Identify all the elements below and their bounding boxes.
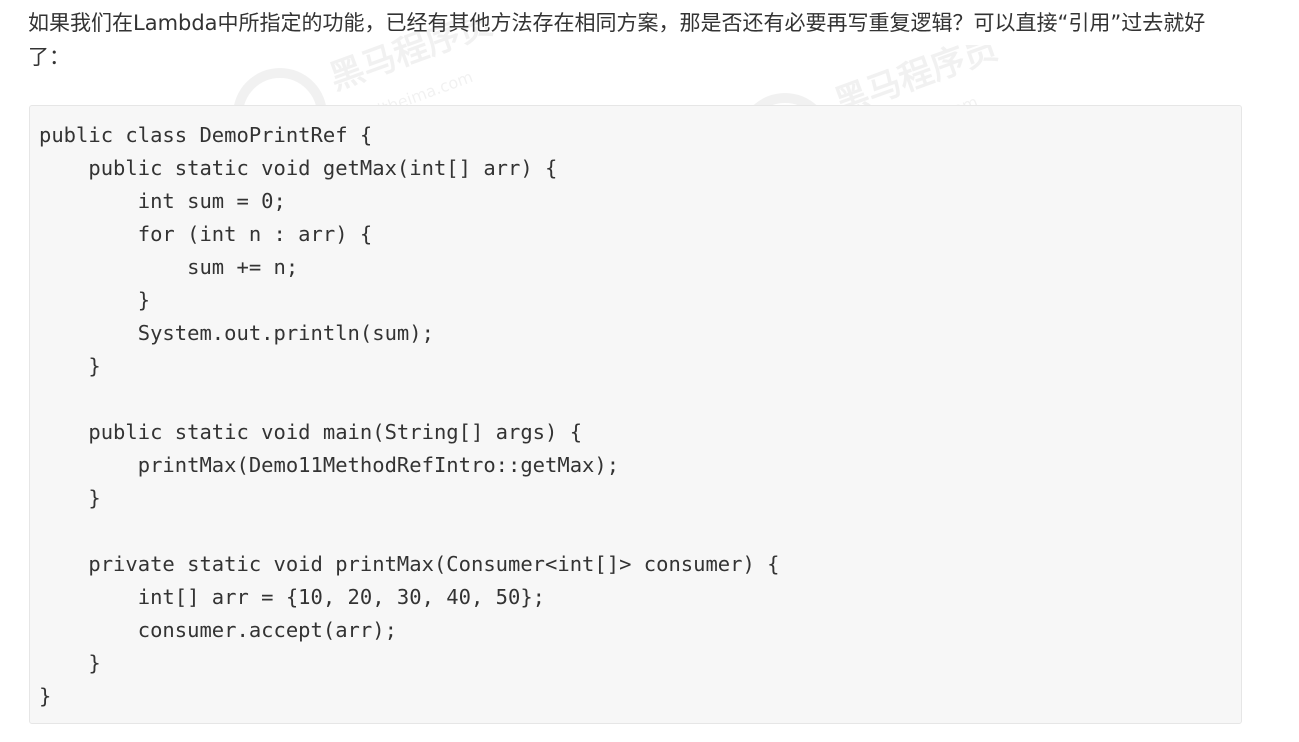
code-line: public static void getMax(int[] arr) { [39, 156, 558, 180]
code-line: for (int n : arr) { [39, 222, 373, 246]
code-block: public class DemoPrintRef { public stati… [29, 105, 1242, 724]
code-line: int[] arr = {10, 20, 30, 40, 50}; [39, 585, 546, 609]
code-line: } [39, 486, 101, 510]
code-line: } [39, 651, 101, 675]
code-line: printMax(Demo11MethodRefIntro::getMax); [39, 453, 620, 477]
code-line: } [39, 354, 101, 378]
code-line: public static void main(String[] args) { [39, 420, 583, 444]
code-line: } [39, 684, 52, 708]
code-line: sum += n; [39, 255, 299, 279]
code-line: private static void printMax(Consumer<in… [39, 552, 780, 576]
code-line: consumer.accept(arr); [39, 618, 397, 642]
code-line: } [39, 288, 151, 312]
code-line: int sum = 0; [39, 189, 286, 213]
code-line: public class DemoPrintRef { [39, 123, 373, 147]
code-listing: public class DemoPrintRef { public stati… [39, 119, 780, 713]
code-line: System.out.println(sum); [39, 321, 434, 345]
document-page: 黑马程序员 www.itheima.com 黑马程序员 www.itheima.… [0, 0, 1299, 742]
intro-paragraph: 如果我们在Lambda中所指定的功能，已经有其他方法存在相同方案，那是否还有必要… [28, 11, 1206, 69]
